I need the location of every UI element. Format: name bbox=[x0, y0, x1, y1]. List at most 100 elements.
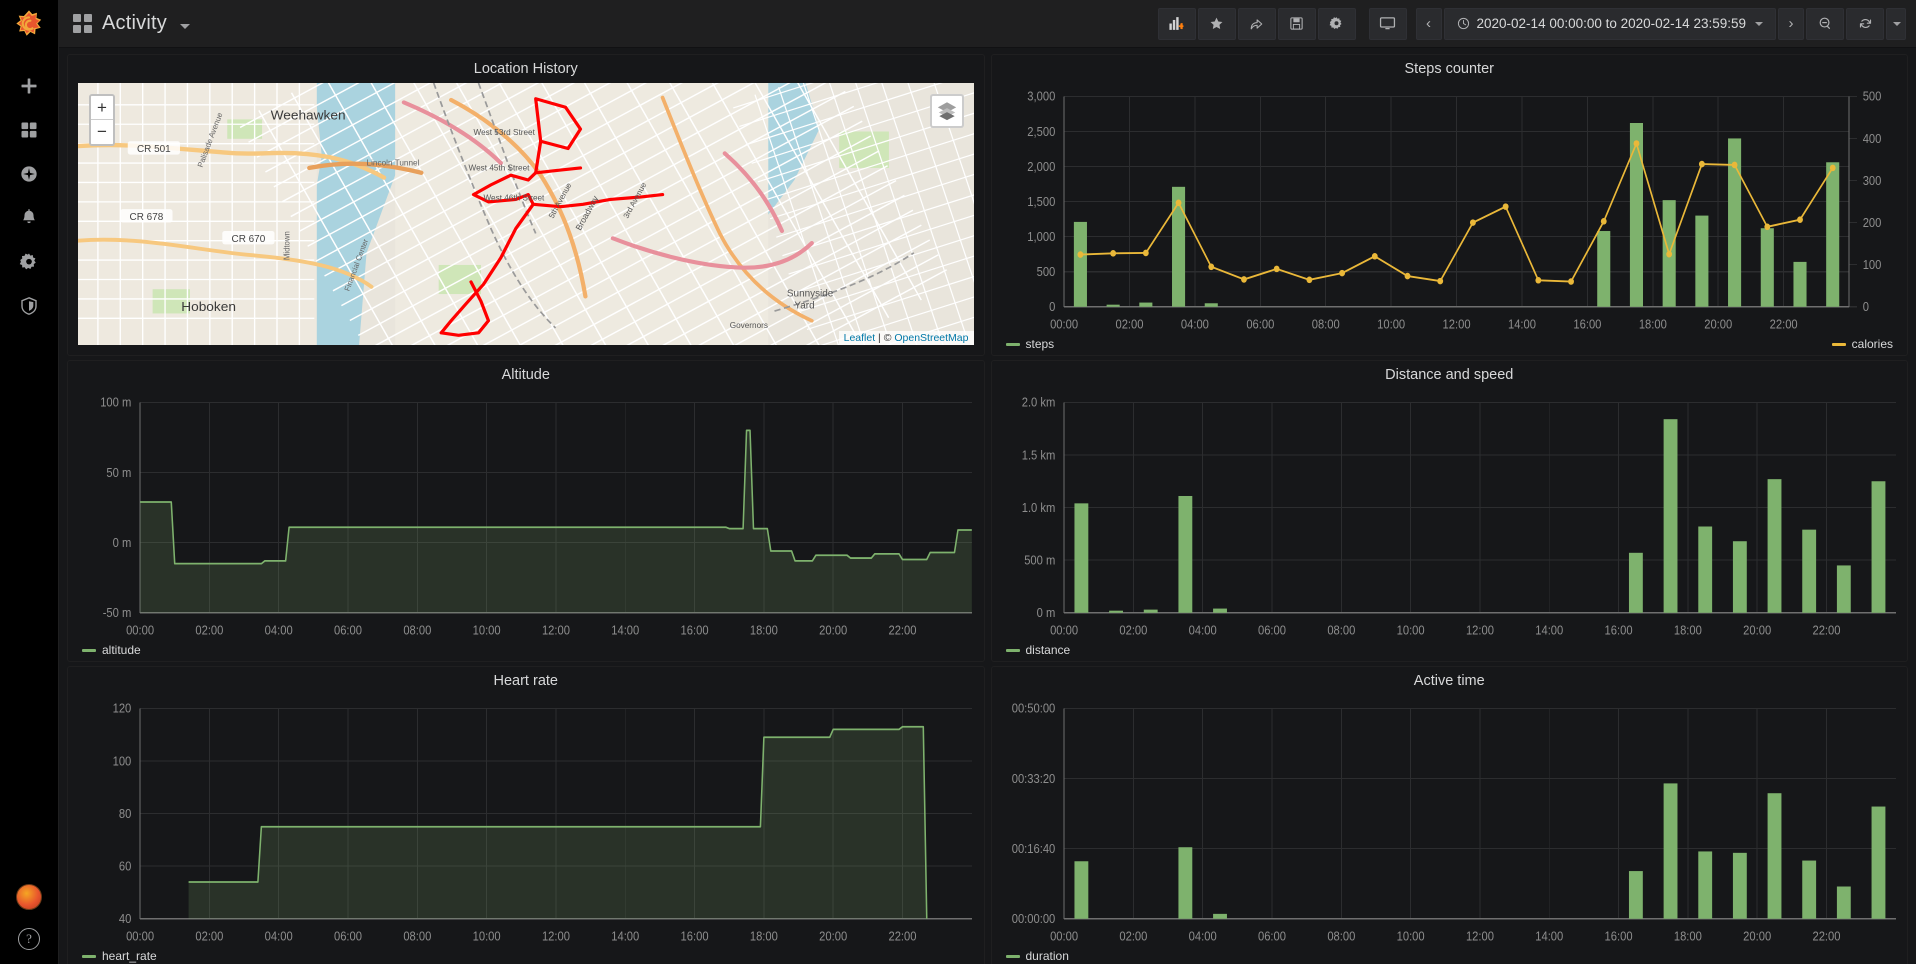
time-shift-back-button[interactable]: ‹ bbox=[1415, 7, 1442, 40]
bar-steps bbox=[1138, 302, 1152, 307]
dashboard-settings-button[interactable] bbox=[1317, 7, 1356, 40]
svg-text:22:00: 22:00 bbox=[1769, 317, 1797, 332]
steps-counter-graph[interactable]: 0 500 1,000 1,500 2,000 2,500 3,000 0 100 200 300 4… bbox=[992, 81, 1908, 355]
map-zoom-in-button[interactable]: + bbox=[91, 96, 113, 120]
svg-text:20:00: 20:00 bbox=[819, 623, 847, 638]
svg-text:1.5 km: 1.5 km bbox=[1021, 448, 1055, 463]
legend-heart-rate[interactable]: heart_rate bbox=[82, 949, 157, 963]
svg-text:14:00: 14:00 bbox=[611, 929, 639, 944]
point-calories bbox=[1731, 161, 1738, 169]
bar-steps bbox=[1792, 261, 1807, 307]
user-avatar[interactable] bbox=[16, 884, 42, 910]
map-attribution: Leaflet | © OpenStreetMap bbox=[838, 331, 974, 345]
panel-altitude: Altitude -50 m 0 m 50 m 100 m 00:00 02:00 04:0… bbox=[67, 360, 985, 662]
svg-text:06:00: 06:00 bbox=[1246, 317, 1274, 332]
leaflet-link[interactable]: Leaflet bbox=[844, 332, 876, 344]
map-zoom-controls: + − bbox=[89, 94, 115, 146]
svg-text:12:00: 12:00 bbox=[1465, 929, 1493, 944]
legend-label-heart-rate: heart_rate bbox=[102, 949, 157, 963]
svg-text:14:00: 14:00 bbox=[1535, 623, 1563, 638]
svg-text:02:00: 02:00 bbox=[1119, 623, 1147, 638]
map-layers-button[interactable] bbox=[929, 94, 964, 128]
chevron-down-icon[interactable] bbox=[179, 23, 190, 29]
grafana-logo[interactable] bbox=[0, 0, 59, 48]
svg-text:10:00: 10:00 bbox=[473, 929, 501, 944]
svg-text:20:00: 20:00 bbox=[1743, 929, 1771, 944]
page-title[interactable]: Activity bbox=[102, 12, 167, 35]
help-icon[interactable]: ? bbox=[18, 928, 40, 950]
sidebar-item-explore[interactable] bbox=[0, 152, 59, 196]
time-range-picker[interactable]: 2020-02-14 00:00:00 to 2020-02-14 23:59:… bbox=[1443, 7, 1776, 40]
point-calories bbox=[1207, 263, 1214, 271]
svg-text:06:00: 06:00 bbox=[334, 929, 362, 944]
point-calories bbox=[1502, 203, 1509, 210]
map-container[interactable]: Weehawken CR 501 CR 678 CR 670 Hoboken W… bbox=[78, 83, 974, 345]
bar-steps bbox=[1596, 231, 1610, 307]
svg-text:08:00: 08:00 bbox=[1327, 929, 1355, 944]
share-dashboard-button[interactable] bbox=[1237, 7, 1276, 40]
panel-title[interactable]: Heart rate bbox=[68, 667, 984, 693]
svg-text:0: 0 bbox=[1049, 300, 1056, 315]
panel-title[interactable]: Location History bbox=[68, 55, 984, 81]
save-dashboard-button[interactable] bbox=[1277, 7, 1316, 40]
panel-distance-speed: Distance and speed 0 m 500 m 1.0 km 1.5 km 2… bbox=[990, 360, 1908, 662]
legend-distance[interactable]: distance bbox=[1005, 643, 1071, 657]
bar-steps bbox=[1073, 221, 1087, 307]
save-icon bbox=[1290, 17, 1303, 30]
legend-calories[interactable]: calories bbox=[1831, 337, 1893, 351]
map-zoom-out-button[interactable]: − bbox=[91, 120, 113, 144]
zoom-out-time-range-button[interactable] bbox=[1806, 7, 1844, 40]
legend-label-distance: distance bbox=[1025, 643, 1071, 657]
panel-title[interactable]: Steps counter bbox=[992, 55, 1908, 81]
legend-altitude[interactable]: altitude bbox=[82, 643, 141, 657]
bar-steps bbox=[1760, 228, 1774, 307]
svg-text:Lincoln Tunnel: Lincoln Tunnel bbox=[367, 159, 420, 168]
refresh-dashboard-button[interactable] bbox=[1846, 7, 1884, 40]
svg-text:04:00: 04:00 bbox=[265, 929, 293, 944]
svg-text:18:00: 18:00 bbox=[750, 623, 778, 638]
bar-distance bbox=[1732, 541, 1747, 613]
svg-text:Governors: Governors bbox=[730, 321, 768, 330]
sidebar-item-alerting[interactable] bbox=[0, 196, 59, 240]
area-fill-heart_rate bbox=[188, 726, 927, 919]
bar-distance bbox=[1663, 419, 1677, 613]
sidebar-item-dashboards[interactable] bbox=[0, 108, 59, 152]
sidebar-item-create[interactable] bbox=[0, 64, 59, 108]
svg-text:40: 40 bbox=[119, 912, 132, 927]
distance-speed-graph[interactable]: 0 m 500 m 1.0 km 1.5 km 2.0 km 00:00 02:00 04:0… bbox=[992, 387, 1908, 661]
svg-text:10:00: 10:00 bbox=[1396, 623, 1424, 638]
refresh-interval-dropdown[interactable] bbox=[1886, 7, 1906, 40]
svg-text:Midtown: Midtown bbox=[282, 231, 291, 260]
active-time-graph[interactable]: 00:00:00 00:16:40 00:33:20 00:50:00 00:00 02:… bbox=[992, 693, 1908, 964]
svg-text:1.0 km: 1.0 km bbox=[1021, 500, 1055, 515]
svg-text:12:00: 12:00 bbox=[1442, 317, 1470, 332]
sidebar-item-server-admin[interactable] bbox=[0, 284, 59, 328]
legend-swatch-steps bbox=[1005, 342, 1020, 346]
time-shift-forward-button[interactable]: › bbox=[1778, 7, 1804, 40]
bar-distance bbox=[1871, 481, 1885, 613]
heart-rate-graph[interactable]: 40 60 80 100 120 00:00 02:00 04:00 06:00 08:00 10:… bbox=[68, 693, 984, 964]
mark-favorite-button[interactable] bbox=[1197, 7, 1236, 40]
panel-title[interactable]: Distance and speed bbox=[992, 361, 1908, 387]
cycle-view-mode-button[interactable] bbox=[1368, 7, 1407, 40]
panel-title[interactable]: Active time bbox=[992, 667, 1908, 693]
sidebar-item-configuration[interactable] bbox=[0, 240, 59, 284]
add-panel-button[interactable] bbox=[1157, 7, 1196, 40]
bar-distance bbox=[1628, 552, 1643, 613]
svg-text:100: 100 bbox=[1862, 257, 1881, 272]
panel-title[interactable]: Altitude bbox=[68, 361, 984, 387]
point-calories bbox=[1436, 277, 1443, 285]
bar-distance bbox=[1767, 479, 1781, 613]
legend-duration[interactable]: duration bbox=[1005, 949, 1069, 963]
svg-text:00:50:00: 00:50:00 bbox=[1011, 701, 1055, 716]
legend-steps[interactable]: steps bbox=[1005, 337, 1054, 351]
add-panel-icon bbox=[1169, 17, 1184, 30]
svg-text:80: 80 bbox=[119, 806, 132, 821]
svg-text:400: 400 bbox=[1862, 131, 1881, 146]
altitude-graph[interactable]: -50 m 0 m 50 m 100 m 00:00 02:00 04:00 06:00 08:… bbox=[68, 387, 984, 661]
svg-text:14:00: 14:00 bbox=[611, 623, 639, 638]
point-calories bbox=[1763, 223, 1770, 231]
openstreetmap-link[interactable]: OpenStreetMap bbox=[894, 332, 968, 344]
svg-text:08:00: 08:00 bbox=[403, 929, 431, 944]
svg-text:10:00: 10:00 bbox=[1396, 929, 1424, 944]
